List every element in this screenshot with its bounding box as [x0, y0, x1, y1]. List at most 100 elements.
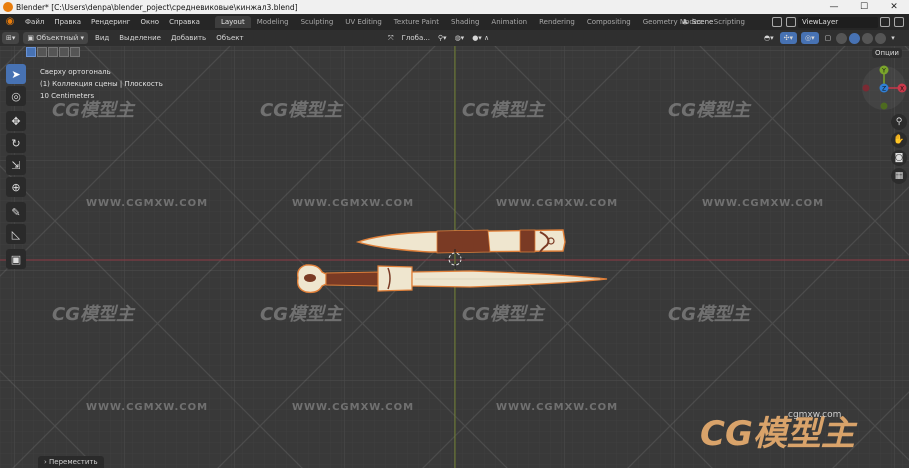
window-controls: — ☐ ✕	[819, 0, 909, 14]
tab-compositing[interactable]: Compositing	[581, 16, 637, 28]
tool-shelf: ➤ ◎ ✥ ↻ ⇲ ⊕ ✎ ◺ ▣	[6, 64, 28, 271]
remove-layer-icon[interactable]	[894, 17, 904, 27]
watermark-url: WWW.CGMXW.COM	[86, 198, 209, 209]
tab-texture-paint[interactable]: Texture Paint	[388, 16, 445, 28]
visibility-icon[interactable]: ◓▾	[760, 32, 778, 44]
last-operation-label: Переместить	[49, 458, 98, 466]
tab-rendering[interactable]: Rendering	[533, 16, 581, 28]
menu-file[interactable]: Файл	[20, 18, 49, 26]
snap-icon[interactable]: ◍▾	[451, 32, 469, 44]
select-box-tool[interactable]: ➤	[6, 64, 26, 84]
pivot-icon[interactable]: ⚲▾	[434, 32, 451, 44]
last-operation-panel[interactable]: › Переместить	[38, 456, 104, 468]
menu-view[interactable]: Вид	[90, 34, 114, 42]
viewport-info: Сверху ортогональ (1) Коллекция сцены | …	[40, 66, 163, 102]
scale-icon: ⇲	[11, 158, 21, 172]
solid-shading-icon[interactable]	[849, 32, 861, 44]
watermark-url: WWW.CGMXW.COM	[702, 198, 825, 209]
move-tool[interactable]: ✥	[6, 111, 26, 131]
neg-x-axis-icon	[862, 84, 870, 92]
annotate-icon: ✎	[11, 205, 21, 219]
move-icon: ✥	[11, 114, 21, 128]
grid-scale: 10 Centimeters	[40, 92, 95, 100]
cursor-tool[interactable]: ◎	[6, 86, 26, 106]
zoom-icon[interactable]: ⚲	[891, 114, 907, 130]
watermark-logo: CG模型主	[260, 304, 342, 325]
menu-render[interactable]: Рендеринг	[86, 18, 136, 26]
menu-window[interactable]: Окно	[135, 18, 164, 26]
add-cube-tool[interactable]: ▣	[6, 249, 26, 269]
select-new-icon[interactable]	[26, 47, 36, 57]
view-layer-icon[interactable]	[786, 17, 796, 27]
material-shading-icon[interactable]	[862, 32, 874, 44]
camera-icon[interactable]: ◙	[891, 150, 907, 166]
watermark-logo: CG模型主	[668, 304, 750, 325]
options-button[interactable]: Опции	[872, 48, 902, 58]
navigation-gizmo[interactable]: Y X Z	[858, 64, 908, 116]
pan-hand-icon[interactable]: ✋	[891, 132, 907, 148]
scene-icon: ♣	[681, 17, 689, 27]
wireframe-shading-icon[interactable]	[836, 32, 848, 44]
watermark-logo: CG模型主	[52, 304, 134, 325]
menu-select[interactable]: Выделение	[114, 34, 166, 42]
mode-selector[interactable]: ▣ Объектный ▾	[23, 32, 89, 44]
copy-layer-icon[interactable]	[880, 17, 890, 27]
workspace-tabs: Layout Modeling Sculpting UV Editing Tex…	[214, 16, 751, 28]
watermark-logo: CG模型主	[462, 100, 544, 121]
tab-animation[interactable]: Animation	[485, 16, 533, 28]
view-layer-name[interactable]: ViewLayer	[798, 16, 878, 28]
menu-edit[interactable]: Правка	[49, 18, 86, 26]
watermark-site: cgmxw.com	[788, 410, 842, 420]
top-menu-bar: ◉ Файл Правка Рендеринг Окно Справка Lay…	[0, 14, 909, 30]
rendered-shading-icon[interactable]	[875, 32, 887, 44]
chevron-down-icon: ▾	[78, 34, 85, 42]
tab-uv-editing[interactable]: UV Editing	[339, 16, 388, 28]
minimize-button[interactable]: —	[819, 0, 849, 14]
shading-controls: ◓▾ ✣▾ ◎▾ ▢ ▾	[760, 32, 899, 44]
scale-tool[interactable]: ⇲	[6, 155, 26, 175]
transform-tool[interactable]: ⊕	[6, 177, 26, 197]
neg-y-axis-icon	[880, 102, 888, 110]
watermark-url: WWW.CGMXW.COM	[86, 402, 209, 413]
editor-type-button[interactable]: ⊞▾	[2, 32, 20, 44]
overlay-toggle-icon[interactable]: ◎▾	[801, 32, 819, 44]
window-titlebar: Blender* [C:\Users\denpa\blender_poject\…	[0, 0, 909, 14]
rotate-tool[interactable]: ↻	[6, 133, 26, 153]
tab-layout[interactable]: Layout	[214, 16, 251, 28]
tab-shading[interactable]: Shading	[445, 16, 485, 28]
blender-logo-icon[interactable]: ◉	[4, 16, 16, 28]
annotate-tool[interactable]: ✎	[6, 202, 26, 222]
select-extend-icon[interactable]	[37, 47, 47, 57]
menu-object[interactable]: Объект	[211, 34, 248, 42]
gizmo-z-label: Z	[882, 86, 886, 93]
rotate-icon: ↻	[11, 136, 21, 150]
transform-icon: ⊕	[11, 180, 21, 194]
menu-help[interactable]: Справка	[164, 18, 205, 26]
tab-sculpting[interactable]: Sculpting	[295, 16, 340, 28]
menu-add[interactable]: Добавить	[166, 34, 211, 42]
select-subtract-icon[interactable]	[48, 47, 58, 57]
xray-icon[interactable]: ▢	[821, 32, 836, 44]
proportional-edit-icon[interactable]: ●▾ ∧	[468, 32, 493, 44]
watermark-url: WWW.CGMXW.COM	[292, 198, 415, 209]
shading-options-icon[interactable]: ▾	[887, 32, 899, 44]
perspective-grid-icon[interactable]: ▦	[891, 168, 907, 184]
orientation-icon[interactable]: ⤧	[384, 32, 398, 44]
maximize-button[interactable]: ☐	[849, 0, 879, 14]
view-layer-selector[interactable]: ViewLayer	[770, 16, 909, 28]
3d-viewport[interactable]: CG模型主 CG模型主 CG模型主 CG模型主 CG模型主 CG模型主 CG模型…	[0, 46, 909, 468]
select-invert-icon[interactable]	[59, 47, 69, 57]
select-intersect-icon[interactable]	[70, 47, 80, 57]
blender-app-icon	[3, 2, 13, 12]
orientation-selector[interactable]: Глоба...	[398, 32, 434, 44]
window-title: Blender* [C:\Users\denpa\blender_poject\…	[16, 2, 298, 12]
tab-modeling[interactable]: Modeling	[251, 16, 295, 28]
gizmo-x-label: X	[900, 86, 904, 93]
gizmo-toggle-icon[interactable]: ✣▾	[779, 32, 798, 44]
close-button[interactable]: ✕	[879, 0, 909, 14]
object-mode-icon: ▣	[27, 34, 37, 42]
measure-tool[interactable]: ◺	[6, 224, 26, 244]
collection-info: (1) Коллекция сцены | Плоскость	[40, 80, 163, 88]
copy-scene-icon[interactable]	[772, 17, 782, 27]
status-bar: › Переместить	[0, 456, 909, 468]
